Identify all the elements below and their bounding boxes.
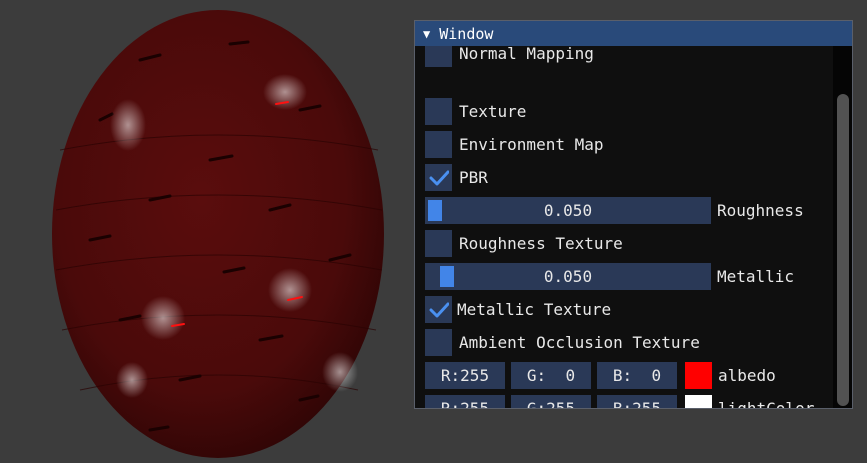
roughness-row[interactable]: 0.050 Roughness [425,197,804,224]
albedo-b-field[interactable]: B: 0 [597,362,677,389]
ambient-occlusion-texture-checkbox[interactable] [425,329,452,356]
light-color-b-field[interactable]: B:255 [597,395,677,408]
environment-map-row[interactable]: Environment Map [425,131,604,158]
normal-mapping-row[interactable]: Normal Mapping [425,46,594,67]
pbr-row[interactable]: PBR [425,164,488,191]
metallic-texture-label: Metallic Texture [457,300,612,319]
ambient-occlusion-texture-row[interactable]: Ambient Occlusion Texture [425,329,700,356]
imgui-window[interactable]: ▼ Window Normal Mapping Texture Environm… [414,20,853,409]
checkmark-icon [429,302,449,317]
metallic-value: 0.050 [543,267,593,286]
normal-mapping-checkbox[interactable] [425,46,452,67]
metallic-row[interactable]: 0.050 Metallic [425,263,794,290]
roughness-slider-grab[interactable] [428,200,442,221]
albedo-label: albedo [718,366,776,385]
albedo-r-field[interactable]: R:255 [425,362,505,389]
metallic-texture-checkbox[interactable] [425,296,452,323]
checkmark-icon [429,170,449,185]
pbr-checkbox[interactable] [425,164,452,191]
normal-mapping-label: Normal Mapping [459,46,594,63]
environment-map-label: Environment Map [459,135,604,154]
metallic-slider[interactable]: 0.050 [425,263,711,290]
window-title: Window [439,24,494,43]
light-color-r-field[interactable]: R:255 [425,395,505,408]
scrollbar-thumb[interactable] [837,94,849,406]
metallic-texture-row[interactable]: Metallic Texture [425,296,611,323]
roughness-value: 0.050 [543,201,593,220]
texture-label: Texture [459,102,527,121]
albedo-row[interactable]: R:255 G: 0 B: 0 albedo [425,362,776,389]
roughness-texture-label: Roughness Texture [459,234,623,253]
texture-row[interactable]: Texture [425,98,526,125]
albedo-color-swatch[interactable] [685,362,712,389]
ambient-occlusion-texture-label: Ambient Occlusion Texture [459,333,700,352]
window-title-bar[interactable]: ▼ Window [415,21,852,46]
light-color-row[interactable]: R:255 G:255 B:255 lightColor [425,395,814,408]
roughness-slider[interactable]: 0.050 [425,197,711,224]
metallic-label: Metallic [717,267,795,286]
collapse-triangle-icon[interactable]: ▼ [423,28,430,40]
light-color-label: lightColor [718,399,814,408]
roughness-label: Roughness [717,201,804,220]
environment-map-checkbox[interactable] [425,131,452,158]
light-color-g-field[interactable]: G:255 [511,395,591,408]
texture-checkbox[interactable] [425,98,452,125]
window-content: Normal Mapping Texture Environment Map P… [415,46,832,408]
light-color-swatch[interactable] [685,395,712,408]
roughness-texture-row[interactable]: Roughness Texture [425,230,623,257]
pbr-label: PBR [459,168,488,187]
vertical-scrollbar[interactable] [833,46,852,408]
roughness-texture-checkbox[interactable] [425,230,452,257]
metallic-slider-grab[interactable] [440,266,454,287]
albedo-g-field[interactable]: G: 0 [511,362,591,389]
